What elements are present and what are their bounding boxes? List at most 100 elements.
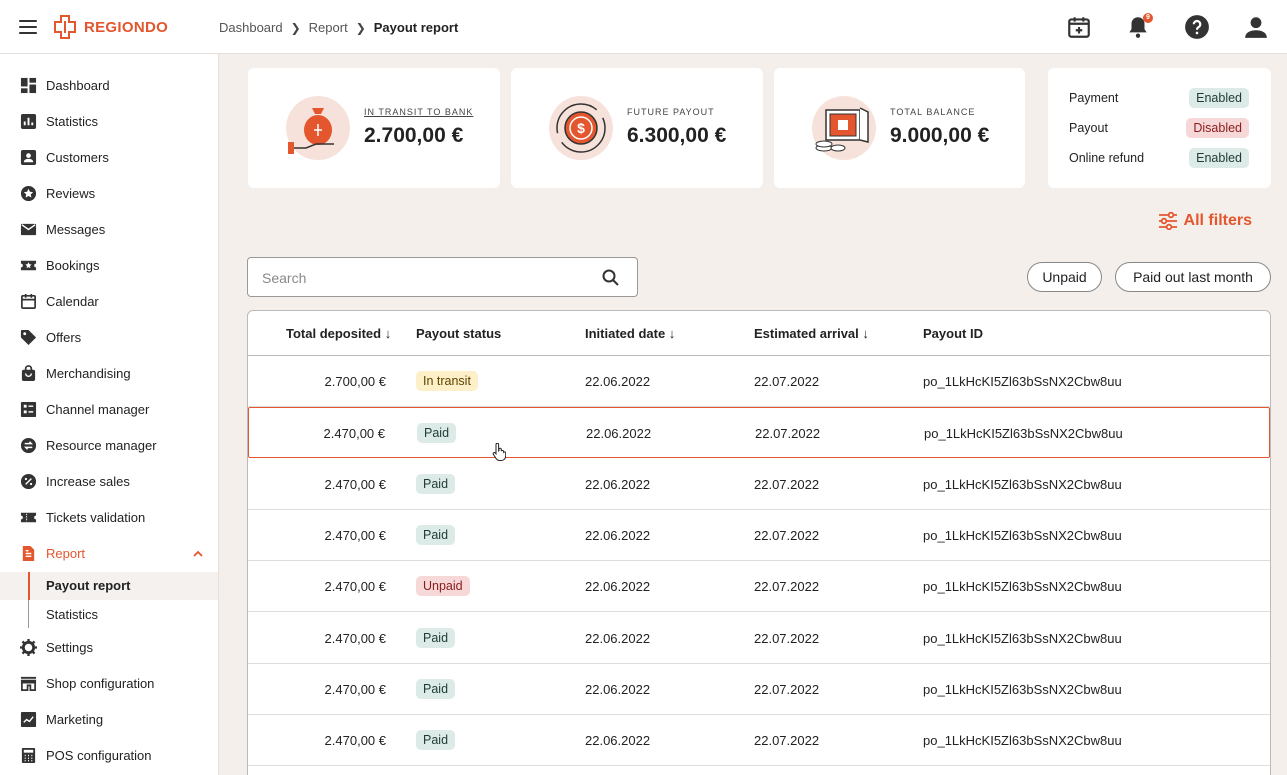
table-row[interactable]: 2.470,00 € Paid 22.06.2022 22.07.2022 po_1Lk… (248, 664, 1270, 715)
cell-estimated-arrival: 22.07.2022 (754, 630, 820, 646)
sidebar-item-marketing[interactable]: Marketing (0, 702, 218, 738)
star-icon (20, 185, 37, 202)
notification-badge: 9 (1143, 13, 1153, 23)
hand-cursor-icon (492, 443, 506, 461)
sidebar-item-resource-manager[interactable]: Resource manager (0, 428, 218, 464)
sidebar-item-settings[interactable]: Settings (0, 630, 218, 666)
sidebar-item-statistics[interactable]: Statistics (0, 104, 218, 140)
cell-amount: 2.470,00 € (324, 733, 386, 749)
table-row[interactable]: 2.470,00 € Unpaid 22.06.2022 22.07.2022 po_1… (248, 561, 1270, 613)
payout-status-badge: Paid (416, 473, 456, 494)
column-estimated-arrival[interactable]: Estimated arrival ↓ (754, 326, 869, 341)
breadcrumb-report[interactable]: Report (309, 20, 348, 35)
mail-icon (20, 223, 37, 236)
sidebar-item-increase-sales[interactable]: Increase sales (0, 464, 218, 500)
cell-initiated-date: 22.06.2022 (585, 733, 651, 749)
cell-initiated-date: 22.06.2022 (585, 527, 651, 543)
breadcrumb-dashboard[interactable]: Dashboard (219, 20, 283, 35)
card-label: FUTURE PAYOUT (627, 107, 715, 117)
cell-payout-id: po_1LkHcKI5Zl63bSsNX2Cbw8uu (923, 579, 1122, 595)
table-row[interactable]: 2.470,00 € Paid 22.06.2022 22.07.2022 po_1Lk… (248, 459, 1270, 510)
chevron-up-icon[interactable] (192, 548, 204, 560)
filter-chip-unpaid[interactable]: Unpaid (1027, 262, 1102, 292)
sidebar-item-offers[interactable]: Offers (0, 320, 218, 356)
coin-cycle-icon: $ (549, 96, 613, 160)
cell-payout-id: po_1LkHcKI5Zl63bSsNX2Cbw8uu (923, 476, 1122, 492)
cell-estimated-arrival: 22.07.2022 (754, 579, 820, 595)
cell-initiated-date: 22.06.2022 (585, 476, 651, 492)
status-badge: Enabled (1189, 148, 1249, 168)
user-icon[interactable] (1243, 14, 1269, 40)
cell-estimated-arrival: 22.07.2022 (754, 374, 820, 389)
cell-initiated-date: 22.06.2022 (586, 426, 652, 442)
dashboard-icon (20, 77, 37, 94)
payout-status-badge: In transit (416, 371, 478, 391)
search-icon[interactable] (601, 268, 621, 288)
cell-estimated-arrival: 22.07.2022 (754, 733, 820, 749)
column-payout-id: Payout ID (923, 326, 983, 341)
sidebar-item-tickets-validation[interactable]: Tickets validation (0, 500, 218, 536)
cell-amount: 2.470,00 € (324, 527, 386, 543)
top-header: REGIONDO Dashboard ❯ Report ❯ Payout rep… (0, 0, 1287, 54)
sidebar-item-pos-configuration[interactable]: POS configuration (0, 738, 218, 774)
cell-amount: 2.470,00 € (324, 476, 386, 492)
sidebar-item-reviews[interactable]: Reviews (0, 176, 218, 212)
search-input[interactable] (262, 268, 582, 288)
cell-payout-id: po_1LkHcKI5Zl63bSsNX2Cbw8uu (923, 630, 1122, 646)
sidebar-subitem-statistics[interactable]: Statistics (0, 601, 218, 629)
table-row[interactable]: 2.470,00 € Paid 22.06.2022 22.07.2022 po_1Lk… (248, 407, 1270, 459)
regiondo-logo[interactable]: REGIONDO (52, 14, 168, 40)
table-header: Total deposited ↓ Payout status Initiate… (248, 311, 1270, 356)
bell-icon[interactable]: 9 (1125, 13, 1153, 40)
submenu-active-indicator (28, 572, 30, 600)
payout-status-badge: Unpaid (416, 576, 470, 597)
cell-initiated-date: 22.06.2022 (585, 374, 651, 389)
column-total-deposited[interactable]: Total deposited ↓ (286, 326, 391, 341)
channel-icon (20, 401, 37, 418)
report-icon (22, 545, 35, 562)
card-value: 9.000,00 € (890, 124, 990, 147)
payout-status-badge: Paid (416, 627, 456, 648)
sidebar-item-calendar[interactable]: Calendar (0, 284, 218, 320)
cell-estimated-arrival: 22.07.2022 (755, 426, 821, 442)
filter-chip-paid-last-month[interactable]: Paid out last month (1115, 262, 1271, 292)
cell-estimated-arrival: 22.07.2022 (754, 681, 820, 697)
column-payout-status: Payout status (416, 326, 502, 341)
store-icon (20, 676, 37, 691)
sidebar-item-dashboard[interactable]: Dashboard (0, 68, 218, 104)
sidebar: Dashboard Statistics Customers Reviews M… (0, 54, 219, 775)
all-filters-button[interactable]: All filters (1158, 212, 1252, 230)
sidebar-item-bookings[interactable]: Bookings (0, 248, 218, 284)
card-label[interactable]: IN TRANSIT TO BANK (364, 107, 473, 117)
status-row-payment: Payment Enabled (1069, 88, 1249, 108)
help-icon[interactable] (1184, 14, 1210, 40)
sidebar-subitem-payout-report[interactable]: Payout report (0, 572, 218, 600)
menu-icon[interactable] (19, 20, 37, 34)
regiondo-logo-icon (54, 15, 76, 39)
calendar-add-icon[interactable] (1066, 14, 1092, 40)
sidebar-item-channel-manager[interactable]: Channel manager (0, 392, 218, 428)
table-row[interactable]: 2.470,00 € Paid 22.06.2022 22.07.2022 po_1Lk… (248, 613, 1270, 664)
money-bag-hand-icon (286, 96, 350, 160)
card-in-transit: IN TRANSIT TO BANK 2.700,00 € (248, 68, 500, 188)
cell-payout-id: po_1LkHcKI5Zl63bSsNX2Cbw8uu (924, 426, 1123, 442)
table-row[interactable]: 2.470,00 € Paid 22.06.2022 22.07.2022 po_1Lk… (248, 510, 1270, 561)
sidebar-item-shop-configuration[interactable]: Shop configuration (0, 666, 218, 702)
sidebar-item-report[interactable]: Report (0, 536, 218, 572)
cell-amount: 2.700,00 € (324, 374, 386, 389)
gear-icon (20, 639, 37, 656)
card-label: TOTAL BALANCE (890, 107, 976, 117)
cell-estimated-arrival: 22.07.2022 (754, 527, 820, 543)
ticket-icon (20, 512, 37, 523)
status-row-payout: Payout Disabled (1069, 118, 1249, 138)
sidebar-item-customers[interactable]: Customers (0, 140, 218, 176)
sidebar-item-merchandising[interactable]: Merchandising (0, 356, 218, 392)
payout-status-badge: Paid (416, 524, 456, 545)
sidebar-item-messages[interactable]: Messages (0, 212, 218, 248)
resource-icon (20, 437, 37, 454)
table-row[interactable]: 2.700,00 € In transit 22.06.2022 22.07.2022… (248, 356, 1270, 407)
column-initiated-date[interactable]: Initiated date ↓ (585, 326, 675, 341)
shopping-bag-icon (21, 365, 36, 382)
chevron-right-icon: ❯ (355, 20, 366, 35)
table-row[interactable]: 2.470,00 € Paid 22.06.2022 22.07.2022 po_1Lk… (248, 715, 1270, 767)
